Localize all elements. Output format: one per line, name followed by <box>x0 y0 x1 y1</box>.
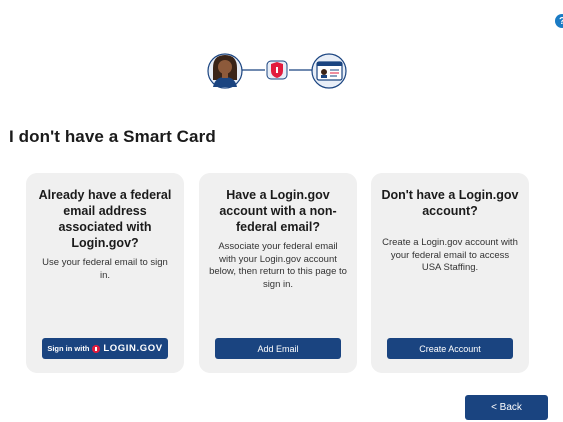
button-prefix: Sign in with <box>47 344 90 353</box>
card-no-account: Don't have a Login.gov account? Create a… <box>371 173 529 373</box>
shield-icon <box>266 60 288 80</box>
card-federal-email: Already have a federal email address ass… <box>26 173 184 373</box>
card-nonfederal-account: Have a Login.gov account with a non-fede… <box>199 173 357 373</box>
page-title: I don't have a Smart Card <box>9 127 216 146</box>
logingov-flag-icon <box>92 344 101 353</box>
card-text: Create a Login.gov account with your fed… <box>382 237 518 273</box>
card-heading: Don't have a Login.gov account? <box>381 188 519 218</box>
user-avatar-icon <box>207 53 243 89</box>
card-heading: Have a Login.gov account with a non-fede… <box>219 188 337 234</box>
hero-illustration <box>207 53 347 89</box>
card-text: Associate your federal email with your L… <box>209 241 347 290</box>
add-email-button[interactable]: Add Email <box>215 338 341 359</box>
help-icon[interactable]: ? <box>555 14 563 28</box>
id-card-icon <box>311 53 347 89</box>
card-heading: Already have a federal email address ass… <box>38 188 172 250</box>
back-button[interactable]: < Back <box>465 395 548 420</box>
create-account-button[interactable]: Create Account <box>387 338 513 359</box>
logingov-brand: LOGIN.GOV <box>103 343 163 354</box>
sign-in-logingov-button[interactable]: Sign in with LOGIN.GOV <box>42 338 168 359</box>
card-text: Use your federal email to sign in. <box>42 257 168 281</box>
